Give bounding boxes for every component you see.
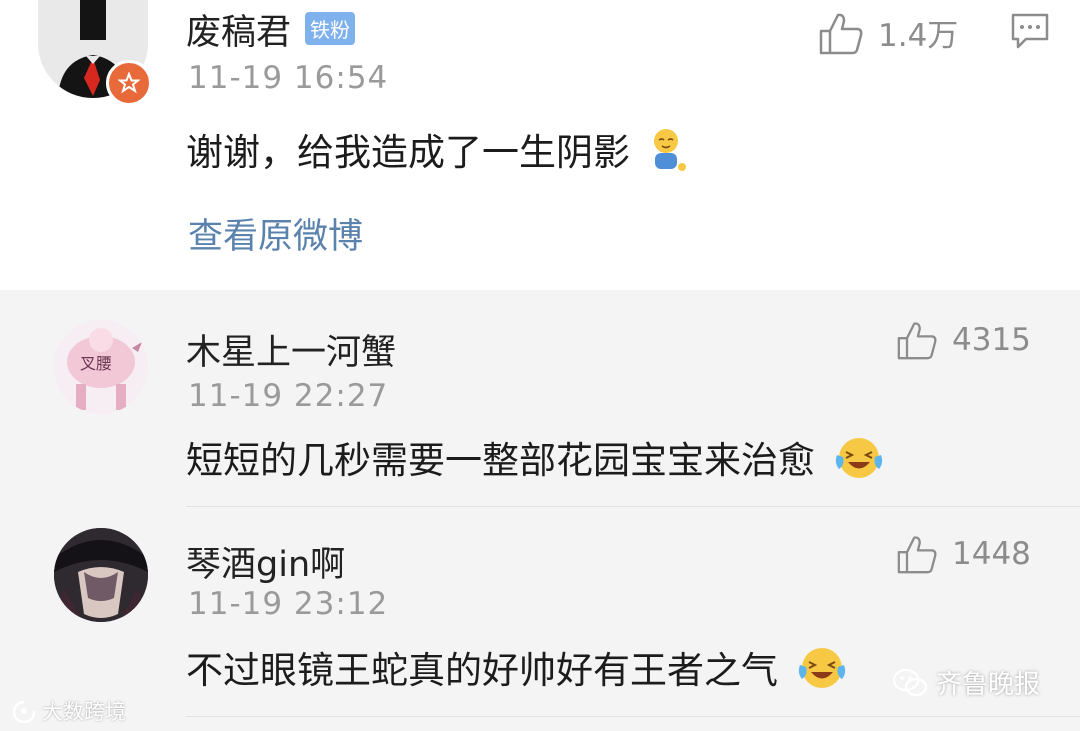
watermark-left: 大数跨境: [10, 696, 126, 726]
laugh-cry-emoji-icon: [833, 435, 885, 490]
comment-time: 11-19 22:27: [188, 378, 389, 414]
comment-text: 谢谢，给我造成了一生阴影: [186, 122, 688, 182]
avatar[interactable]: [54, 528, 148, 622]
laugh-cry-emoji-icon: [796, 645, 848, 700]
thumbs-up-icon: [897, 536, 937, 574]
comment-icon[interactable]: [1010, 12, 1050, 54]
brand-logo-icon: [12, 700, 36, 723]
verified-icon: [106, 60, 152, 106]
comment-text-content: 不过眼镜王蛇真的好帅好有王者之气: [186, 649, 778, 692]
avatar-image: [54, 528, 148, 622]
like-count: 4315: [952, 322, 1031, 358]
username-text[interactable]: 废稿君: [186, 13, 291, 53]
like-count: 1448: [952, 536, 1031, 572]
fan-badge: 铁粉: [305, 11, 356, 45]
like-button[interactable]: 1448: [896, 534, 1031, 574]
divider: [186, 506, 1080, 507]
wechat-icon: [892, 668, 928, 696]
watermark-right-text: 齐鲁晚报: [936, 670, 1041, 700]
like-button[interactable]: 1.4万: [818, 10, 958, 55]
view-original-link[interactable]: 查看原微博: [188, 208, 363, 259]
watermark-left-text: 大数跨境: [42, 700, 126, 724]
username[interactable]: 木星上一河蟹: [186, 324, 396, 375]
comment-text-content: 谢谢，给我造成了一生阴影: [186, 131, 630, 174]
comment-text: 不过眼镜王蛇真的好帅好有王者之气: [186, 640, 848, 700]
like-count: 1.4万: [878, 18, 959, 54]
comment-time: 11-19 16:54: [188, 60, 389, 96]
main-comment: 废稿君 铁粉 11-19 16:54 1.4万 谢谢，给我造成了一生阴影 查看原微…: [0, 0, 1080, 290]
username[interactable]: 琴酒gin啊: [186, 536, 345, 587]
avatar-label: 叉腰: [80, 354, 113, 373]
comment-text-content: 短短的几秒需要一整部花园宝宝来治愈: [186, 439, 815, 482]
thumbs-up-icon: [819, 13, 863, 54]
like-button[interactable]: 4315: [896, 320, 1031, 360]
divider: [186, 716, 1080, 717]
watermark-right: 齐鲁晚报: [892, 664, 1040, 701]
comment-time: 11-19 23:12: [188, 586, 389, 622]
username[interactable]: 废稿君 铁粉: [186, 4, 356, 55]
comment-text: 短短的几秒需要一整部花园宝宝来治愈: [186, 430, 885, 490]
shy-emoji-icon: [648, 127, 688, 182]
thumbs-up-icon: [897, 322, 937, 360]
